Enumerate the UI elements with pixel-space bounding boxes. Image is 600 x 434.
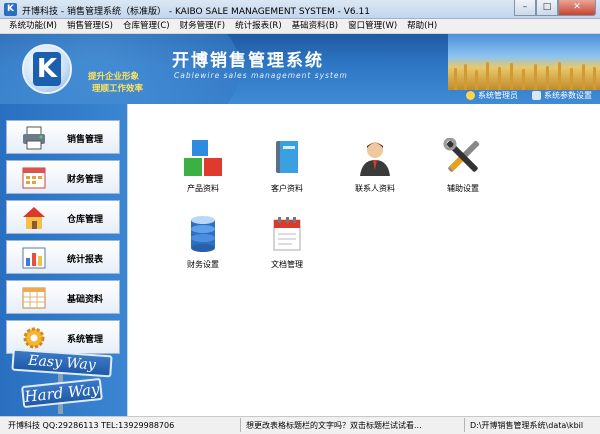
menu-sales[interactable]: 销售管理(S): [62, 19, 118, 33]
sidebar-item-label: 仓库管理: [67, 215, 104, 225]
menu-reports[interactable]: 统计报表(R): [230, 19, 287, 33]
minimize-button[interactable]: –: [514, 0, 536, 16]
tile-finance-settings[interactable]: 财务设置: [168, 214, 238, 270]
admin-link[interactable]: 系统管理员: [466, 90, 518, 101]
menu-warehouse[interactable]: 仓库管理(C): [118, 19, 175, 33]
sidebar-item-sales[interactable]: 销售管理: [6, 120, 120, 154]
sidebar-item-label: 系统管理: [67, 335, 104, 345]
tile-product[interactable]: 产品资料: [168, 138, 238, 194]
sidebar-item-basic-data[interactable]: 基础资料: [6, 280, 120, 314]
window-title: 开博科技 - 销售管理系统（标准版） - KAIBO SALE MANAGEME…: [22, 7, 370, 17]
tile-label: 产品资料: [187, 184, 219, 193]
tools-icon: [443, 137, 480, 172]
brand-subtitle: Cablewire sales management system: [174, 71, 348, 80]
product-blocks-icon: [184, 140, 222, 176]
menu-finance[interactable]: 财务管理(F): [175, 19, 231, 33]
house-icon: [23, 207, 45, 229]
wheat-field-image: [448, 34, 600, 90]
settings-link[interactable]: 系统参数设置: [532, 90, 592, 101]
menu-bar: 系统功能(M) 销售管理(S) 仓库管理(C) 财务管理(F) 统计报表(R) …: [0, 19, 600, 34]
sidebar: 销售管理 财务管理 仓库管理 统计报表 基础资料 系统管理 Easy Way H…: [0, 104, 127, 416]
tile-label: 客户资料: [271, 184, 303, 193]
user-icon: [466, 91, 475, 100]
tile-document[interactable]: 文档管理: [252, 214, 322, 270]
sidebar-item-reports[interactable]: 统计报表: [6, 240, 120, 274]
menu-basic-data[interactable]: 基础资料(B): [287, 19, 343, 33]
tile-label: 财务设置: [187, 260, 219, 269]
admin-link-label: 系统管理员: [478, 91, 518, 100]
gear-icon: [23, 327, 45, 349]
settings-icon: [532, 91, 541, 100]
title-bar: K 开博科技 - 销售管理系统（标准版） - KAIBO SALE MANAGE…: [0, 0, 600, 19]
tile-customer[interactable]: 客户资料: [252, 138, 322, 194]
sidebar-item-label: 统计报表: [67, 255, 104, 265]
tile-label: 联系人资料: [355, 184, 395, 193]
status-company: 开博科技 QQ:29286113 TEL:13929988706: [8, 421, 175, 430]
book-icon: [276, 141, 298, 173]
slogan-1: 提升企业形象: [88, 72, 140, 82]
bar-chart-icon: [22, 247, 46, 269]
spreadsheet-icon: [22, 287, 46, 309]
header-banner: K 提升企业形象 理顺工作效率 开博销售管理系统 Cablewire sales…: [0, 34, 600, 104]
printer-icon: [23, 126, 45, 150]
menu-help[interactable]: 帮助(H): [402, 19, 442, 33]
status-hint: 想更改表格标题栏的文字吗？双击标题栏试试看...: [246, 421, 422, 430]
sidebar-item-label: 销售管理: [67, 135, 104, 145]
status-bar: 开博科技 QQ:29286113 TEL:13929988706 想更改表格标题…: [0, 416, 600, 434]
tile-label: 辅助设置: [447, 184, 479, 193]
person-icon: [360, 142, 390, 176]
menu-window[interactable]: 窗口管理(W): [343, 19, 402, 33]
status-path: D:\开博销售管理系统\data\kbil: [470, 421, 584, 430]
header-links: 系统管理员 系统参数设置: [466, 90, 592, 101]
status-divider: [464, 418, 465, 432]
database-icon: [191, 216, 215, 252]
sidebar-item-warehouse[interactable]: 仓库管理: [6, 200, 120, 234]
brand-title: 开博销售管理系统: [172, 51, 324, 71]
sidebar-item-label: 基础资料: [67, 295, 104, 305]
tile-auxiliary[interactable]: 辅助设置: [428, 137, 498, 194]
tile-contact[interactable]: 联系人资料: [340, 138, 410, 194]
slogan-2: 理顺工作效率: [92, 84, 144, 94]
main-panel: 产品资料 客户资料 联系人资料 辅助设置 财务设置 文档管理: [127, 104, 600, 416]
settings-link-label: 系统参数设置: [544, 91, 592, 100]
close-button[interactable]: ✕: [558, 0, 596, 16]
app-icon: K: [4, 3, 17, 16]
sidebar-item-label: 财务管理: [67, 175, 104, 185]
sidebar-item-finance[interactable]: 财务管理: [6, 160, 120, 194]
tile-label: 文档管理: [271, 260, 303, 269]
logo-letter: K: [33, 52, 61, 86]
status-divider: [240, 418, 241, 432]
document-icon: [273, 217, 301, 251]
menu-system[interactable]: 系统功能(M): [4, 19, 62, 33]
calendar-icon: [22, 167, 46, 189]
window-controls: – □ ✕: [514, 0, 596, 16]
maximize-button[interactable]: □: [536, 0, 558, 16]
hard-way-sign: Hard Way: [21, 377, 103, 409]
